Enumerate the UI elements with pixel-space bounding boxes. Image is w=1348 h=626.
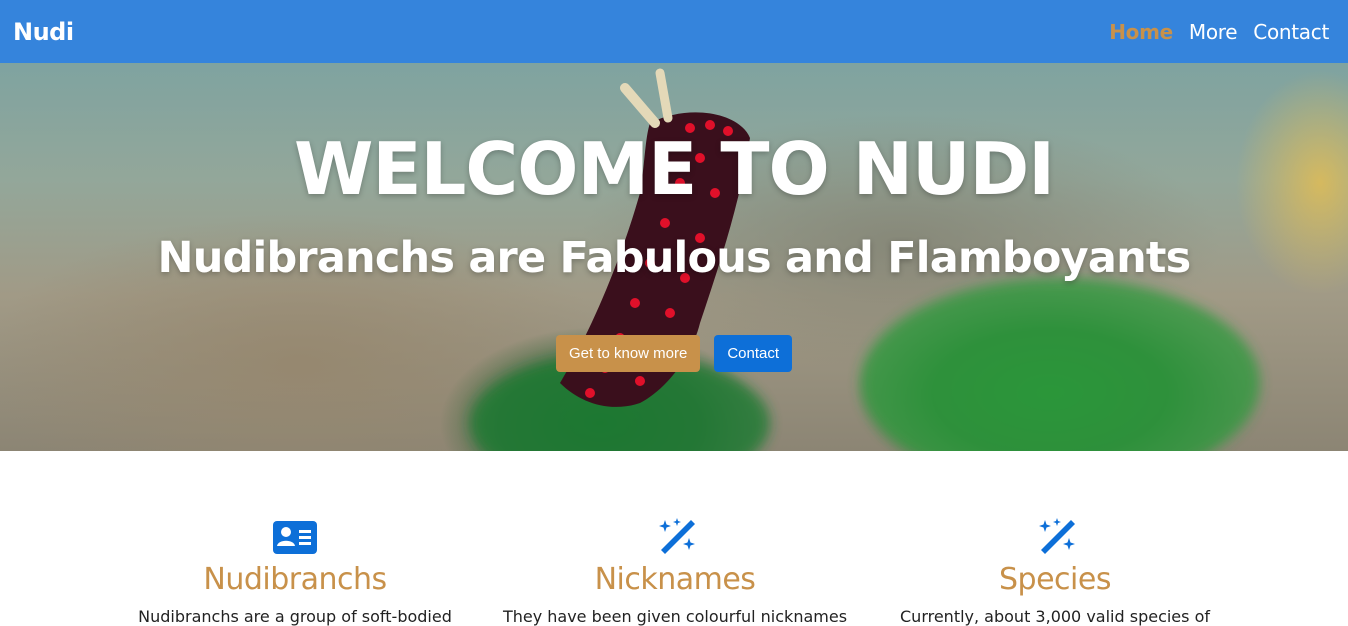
brand-logo[interactable]: Nudi [13, 18, 74, 46]
feature-text: They have been given colourful nicknames [502, 607, 848, 626]
get-to-know-more-button[interactable]: Get to know more [555, 335, 701, 372]
nav-link-home[interactable]: Home [1109, 20, 1173, 44]
feature-text: Currently, about 3,000 valid species of [900, 607, 1210, 626]
hero-title: WELCOME TO NUDI [293, 127, 1055, 211]
nav-link-more[interactable]: More [1189, 20, 1238, 44]
feature-title: Nicknames [594, 562, 756, 597]
magic-wand-icon [1039, 518, 1075, 554]
hero-buttons: Get to know more Contact [0, 335, 1348, 372]
feature-text: Nudibranchs are a group of soft-bodied [138, 607, 452, 626]
feature-nicknames: Nicknames They have been given colourful… [485, 516, 865, 626]
feature-title: Nudibranchs [203, 562, 387, 597]
hero-content: WELCOME TO NUDI Nudibranchs are Fabulous… [0, 63, 1348, 451]
hero-subtitle: Nudibranchs are Fabulous and Flamboyants [157, 233, 1192, 283]
feature-title: Species [999, 562, 1111, 597]
magic-wand-icon [659, 518, 695, 554]
navbar: Nudi Home More Contact [0, 0, 1348, 63]
person-vcard-icon [273, 521, 317, 554]
contact-button[interactable]: Contact [714, 335, 793, 372]
hero-section: WELCOME TO NUDI Nudibranchs are Fabulous… [0, 63, 1348, 451]
nav-link-contact[interactable]: Contact [1253, 20, 1329, 44]
features-section: Nudibranchs Nudibranchs are a group of s… [0, 451, 1348, 626]
feature-species: Species Currently, about 3,000 valid spe… [865, 516, 1245, 626]
feature-nudibranchs: Nudibranchs Nudibranchs are a group of s… [105, 516, 485, 626]
nav-links: Home More Contact [1109, 20, 1329, 44]
